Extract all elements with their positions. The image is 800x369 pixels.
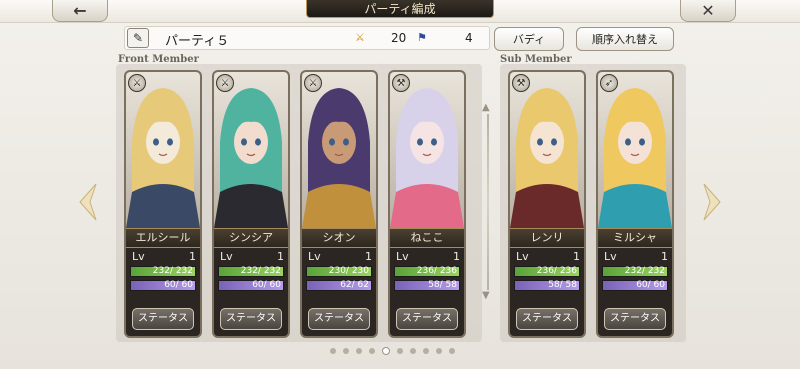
close-button[interactable]: ✕ bbox=[680, 0, 736, 22]
member-name: ねここ bbox=[390, 228, 464, 248]
member-card[interactable]: ⚒ レンリ Lv 1 236/ 236 58/ 58 ステータス bbox=[508, 70, 586, 338]
character-portrait bbox=[126, 72, 200, 228]
level-value: 1 bbox=[365, 250, 372, 263]
axe-icon: ⚒ bbox=[512, 74, 530, 92]
level-value: 1 bbox=[453, 250, 460, 263]
page-dot[interactable] bbox=[410, 348, 416, 354]
level-label: Lv bbox=[396, 250, 409, 263]
sword-icon: ⚔ bbox=[216, 74, 234, 92]
page-dot[interactable] bbox=[436, 348, 442, 354]
sword-icon: ⚔ bbox=[128, 74, 146, 92]
page-dot[interactable] bbox=[382, 347, 390, 355]
page-indicator bbox=[330, 347, 455, 355]
hp-bar: 236/ 236 bbox=[394, 266, 460, 277]
level-value: 1 bbox=[277, 250, 284, 263]
axe-icon: ⚒ bbox=[392, 74, 410, 92]
member-name: レンリ bbox=[510, 228, 584, 248]
member-card[interactable]: ⚔ シオン Lv 1 230/ 230 62/ 62 ステータス bbox=[300, 70, 378, 338]
member-divider: ▲ ▼ bbox=[482, 102, 490, 301]
chevron-left-icon[interactable] bbox=[78, 182, 98, 222]
level-value: 1 bbox=[661, 250, 668, 263]
chevron-right-icon[interactable] bbox=[702, 182, 722, 222]
hp-bar: 230/ 230 bbox=[306, 266, 372, 277]
status-button[interactable]: ステータス bbox=[308, 308, 370, 330]
party-name-bar: ✎ パーティ５ ⚔ 20 ⚑ 4 bbox=[124, 26, 490, 50]
status-button[interactable]: ステータス bbox=[604, 308, 666, 330]
sword-cost-icon: ⚔ bbox=[355, 31, 365, 44]
level-label: Lv bbox=[220, 250, 233, 263]
back-arrow-icon: ← bbox=[73, 1, 87, 20]
mp-bar: 62/ 62 bbox=[306, 280, 372, 291]
level-label: Lv bbox=[516, 250, 529, 263]
screen-title-text: パーティ編成 bbox=[364, 2, 436, 16]
member-card[interactable]: ⚔ エルシール Lv 1 232/ 232 60/ 60 ステータス bbox=[124, 70, 202, 338]
page-dot[interactable] bbox=[330, 348, 336, 354]
status-button[interactable]: ステータス bbox=[516, 308, 578, 330]
status-button[interactable]: ステータス bbox=[220, 308, 282, 330]
member-name: シオン bbox=[302, 228, 376, 248]
level-label: Lv bbox=[132, 250, 145, 263]
page-dot[interactable] bbox=[449, 348, 455, 354]
mp-bar: 58/ 58 bbox=[394, 280, 460, 291]
sword-icon: ⚔ bbox=[304, 74, 322, 92]
level-label: Lv bbox=[308, 250, 321, 263]
level-value: 1 bbox=[573, 250, 580, 263]
mp-bar: 60/ 60 bbox=[218, 280, 284, 291]
cost-value-1: 20 bbox=[391, 31, 407, 45]
mp-bar: 60/ 60 bbox=[602, 280, 668, 291]
character-portrait bbox=[598, 72, 672, 228]
status-button[interactable]: ステータス bbox=[132, 308, 194, 330]
character-portrait bbox=[510, 72, 584, 228]
hp-bar: 232/ 232 bbox=[602, 266, 668, 277]
bow-icon: ➶ bbox=[600, 74, 618, 92]
mp-bar: 58/ 58 bbox=[514, 280, 580, 291]
member-card[interactable]: ⚔ シンシア Lv 1 232/ 232 60/ 60 ステータス bbox=[212, 70, 290, 338]
buddy-button[interactable]: バディ bbox=[494, 27, 564, 51]
level-value: 1 bbox=[189, 250, 196, 263]
hp-bar: 232/ 232 bbox=[218, 266, 284, 277]
cost-value-2: 4 bbox=[465, 31, 473, 45]
page-dot[interactable] bbox=[423, 348, 429, 354]
member-card[interactable]: ➶ ミルシャ Lv 1 232/ 232 60/ 60 ステータス bbox=[596, 70, 674, 338]
party-name: パーティ５ bbox=[165, 34, 230, 49]
edit-pencil-icon[interactable]: ✎ bbox=[127, 28, 149, 48]
hp-bar: 232/ 232 bbox=[130, 266, 196, 277]
page-dot[interactable] bbox=[356, 348, 362, 354]
status-button[interactable]: ステータス bbox=[396, 308, 458, 330]
back-button[interactable]: ← bbox=[52, 0, 108, 22]
character-portrait bbox=[390, 72, 464, 228]
reorder-button[interactable]: 順序入れ替え bbox=[576, 27, 674, 51]
character-portrait bbox=[302, 72, 376, 228]
character-portrait bbox=[214, 72, 288, 228]
member-name: シンシア bbox=[214, 228, 288, 248]
hp-bar: 236/ 236 bbox=[514, 266, 580, 277]
screen-title: パーティ編成 bbox=[306, 0, 494, 18]
level-label: Lv bbox=[604, 250, 617, 263]
page-dot[interactable] bbox=[397, 348, 403, 354]
close-x-icon: ✕ bbox=[701, 1, 715, 20]
mp-bar: 60/ 60 bbox=[130, 280, 196, 291]
member-name: ミルシャ bbox=[598, 228, 672, 248]
member-name: エルシール bbox=[126, 228, 200, 248]
flag-cost-icon: ⚑ bbox=[417, 31, 427, 44]
member-card[interactable]: ⚒ ねここ Lv 1 236/ 236 58/ 58 ステータス bbox=[388, 70, 466, 338]
page-dot[interactable] bbox=[343, 348, 349, 354]
page-dot[interactable] bbox=[369, 348, 375, 354]
